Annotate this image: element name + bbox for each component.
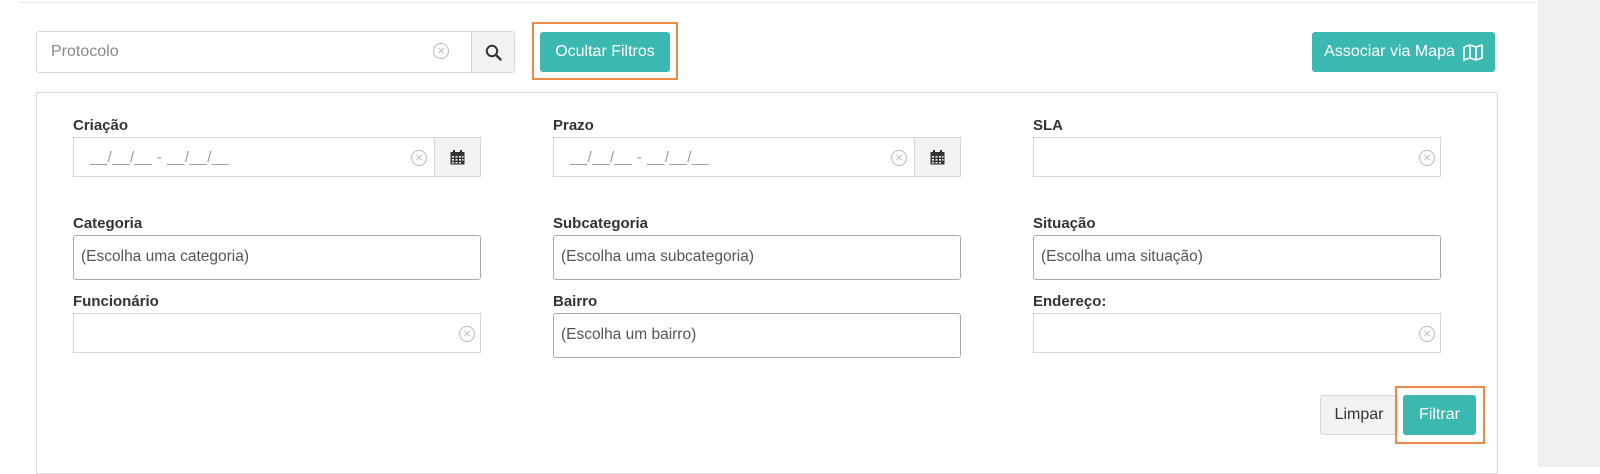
protocol-search-group: × — [36, 31, 515, 73]
protocol-search-input[interactable] — [36, 31, 472, 73]
calendar-icon — [930, 149, 945, 164]
clear-filters-label: Limpar — [1334, 406, 1384, 423]
map-icon — [1463, 43, 1483, 61]
search-icon — [485, 44, 502, 61]
subcategoria-value: (Escolha uma subcategoria) — [561, 248, 754, 265]
clear-circle-icon[interactable]: × — [411, 150, 427, 166]
calendar-icon — [450, 149, 465, 164]
situacao-value: (Escolha uma situação) — [1041, 248, 1203, 265]
prazo-date-value: __/__/__ - __/__/__ — [570, 149, 710, 166]
hide-filters-button[interactable]: Ocultar Filtros — [540, 32, 670, 72]
endereco-label: Endereço: — [1033, 293, 1107, 310]
situacao-select[interactable]: (Escolha uma situação) — [1033, 235, 1441, 280]
clear-circle-icon[interactable]: × — [459, 326, 475, 342]
criacao-label: Criação — [73, 117, 129, 134]
situacao-label: Situação — [1033, 215, 1096, 232]
prazo-date-range-field[interactable]: __/__/__ - __/__/__ × — [553, 137, 961, 177]
top-divider — [20, 2, 1536, 3]
criacao-date-range-field[interactable]: __/__/__ - __/__/__ × — [73, 137, 481, 177]
funcionario-field[interactable]: × — [73, 313, 481, 353]
associate-map-label: Associar via Mapa — [1324, 43, 1455, 60]
bairro-select[interactable]: (Escolha um bairro) — [553, 313, 961, 358]
associate-map-button[interactable]: Associar via Mapa — [1312, 32, 1495, 72]
bairro-label: Bairro — [553, 293, 598, 310]
right-gutter — [1538, 0, 1600, 467]
criacao-date-value: __/__/__ - __/__/__ — [90, 149, 230, 166]
search-button[interactable] — [471, 31, 515, 73]
subcategoria-label: Subcategoria — [553, 215, 649, 232]
prazo-label: Prazo — [553, 117, 594, 134]
hide-filters-label: Ocultar Filtros — [555, 43, 655, 60]
sla-field[interactable]: × — [1033, 137, 1441, 177]
bairro-value: (Escolha um bairro) — [561, 326, 697, 343]
sla-label: SLA — [1033, 117, 1063, 134]
endereco-field[interactable]: × — [1033, 313, 1441, 353]
clear-circle-icon[interactable]: × — [1419, 150, 1435, 166]
filter-button-label: Filtrar — [1419, 406, 1460, 423]
subcategoria-select[interactable]: (Escolha uma subcategoria) — [553, 235, 961, 280]
clear-circle-icon[interactable]: × — [433, 43, 449, 59]
filter-button[interactable]: Filtrar — [1403, 395, 1476, 435]
funcionario-label: Funcionário — [73, 293, 159, 310]
categoria-value: (Escolha uma categoria) — [81, 248, 249, 265]
categoria-select[interactable]: (Escolha uma categoria) — [73, 235, 481, 280]
prazo-calendar-button[interactable] — [914, 137, 961, 177]
clear-circle-icon[interactable]: × — [891, 150, 907, 166]
clear-circle-icon[interactable]: × — [1419, 326, 1435, 342]
categoria-label: Categoria — [73, 215, 143, 232]
criacao-calendar-button[interactable] — [434, 137, 481, 177]
clear-filters-button[interactable]: Limpar — [1320, 395, 1398, 435]
filters-panel: Criação __/__/__ - __/__/__ × Prazo __/_… — [36, 92, 1498, 474]
